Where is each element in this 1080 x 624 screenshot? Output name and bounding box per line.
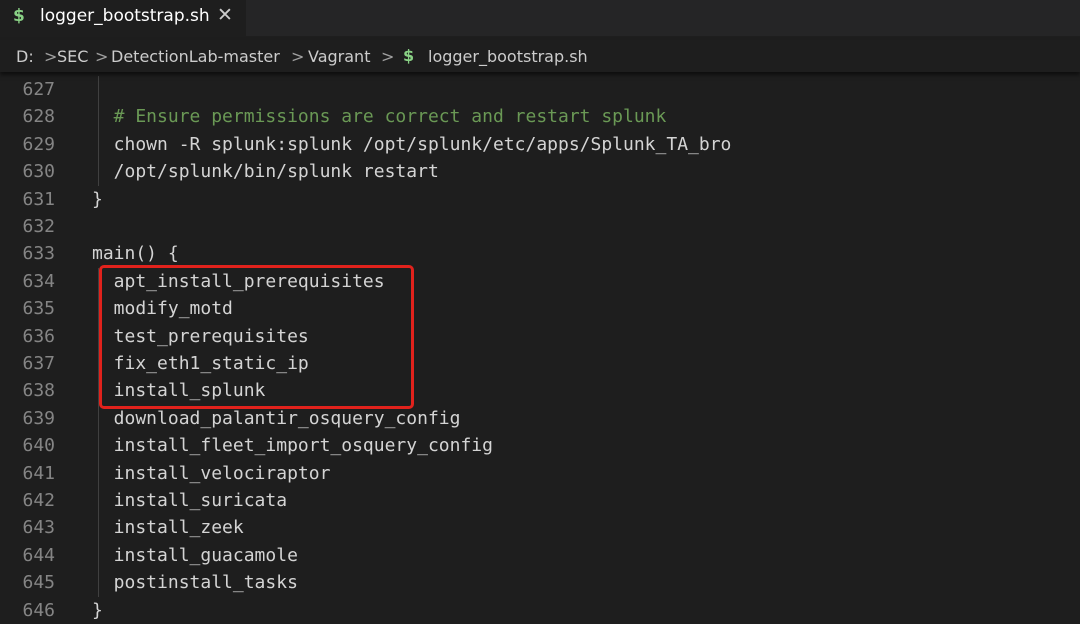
code-line[interactable]: 629 chown -R splunk:splunk /opt/splunk/e… (0, 131, 1080, 158)
line-number: 643 (22, 517, 55, 539)
tab-label: logger_bootstrap.sh (40, 6, 210, 26)
chevron-right-icon: > (95, 47, 109, 66)
code-line[interactable]: 644 install_guacamole (0, 542, 1080, 569)
chevron-right-icon: > (381, 47, 395, 66)
line-number: 632 (22, 216, 55, 237)
line-number: 638 (22, 380, 55, 402)
tab-bar: $ logger_bootstrap.sh ✕ (0, 0, 1080, 36)
indent-guide (98, 76, 99, 186)
code-line[interactable]: 642 install_suricata (0, 487, 1080, 514)
line-number: 629 (22, 133, 55, 155)
code-text: } (92, 188, 103, 210)
annotation-highlight-box (99, 265, 414, 409)
line-number: 631 (22, 188, 55, 210)
code-line[interactable]: 645 postinstall_tasks (0, 569, 1080, 596)
close-icon[interactable]: ✕ (214, 4, 236, 26)
code-line[interactable]: 640 install_fleet_import_osquery_config (0, 432, 1080, 459)
line-number: 642 (22, 490, 55, 511)
code-line[interactable]: 633 main() { (0, 240, 1080, 267)
code-line[interactable]: 632 (0, 213, 1080, 240)
breadcrumb-item-vagrant[interactable]: Vagrant (308, 46, 370, 68)
breadcrumb-item-file[interactable]: logger_bootstrap.sh (428, 46, 588, 68)
code-line[interactable]: 628 # Ensure permissions are correct and… (0, 103, 1080, 130)
shell-script-icon: $ (403, 46, 415, 65)
chevron-right-icon: > (291, 47, 305, 66)
line-number: 627 (22, 79, 55, 100)
code-line[interactable]: 643 install_zeek (0, 514, 1080, 541)
line-number: 644 (22, 544, 55, 566)
code-comment: # Ensure permissions are correct and res… (92, 106, 667, 128)
line-number: 637 (22, 353, 55, 374)
line-number: 634 (22, 270, 55, 292)
code-text: install_suricata (92, 490, 288, 511)
code-text: main() { (92, 243, 179, 265)
line-number: 639 (22, 407, 55, 429)
code-text: /opt/splunk/bin/splunk restart (92, 161, 439, 183)
line-number: 633 (22, 243, 55, 265)
code-text: install_guacamole (92, 544, 298, 566)
code-text: install_zeek (92, 517, 244, 539)
shell-script-icon: $ (13, 6, 25, 26)
code-line[interactable]: 631} (0, 186, 1080, 213)
line-number: 645 (22, 572, 55, 594)
code-text: chown -R splunk:splunk /opt/splunk/etc/a… (92, 133, 732, 155)
line-number: 628 (22, 106, 55, 128)
code-line[interactable]: 630 /opt/splunk/bin/splunk restart (0, 158, 1080, 185)
code-text: install_fleet_import_osquery_config (92, 435, 493, 457)
line-number: 640 (22, 435, 55, 457)
chevron-right-icon: > (44, 47, 58, 66)
line-number: 646 (22, 599, 55, 621)
tab-logger-bootstrap[interactable]: $ logger_bootstrap.sh ✕ (0, 0, 246, 36)
line-number: 635 (22, 298, 55, 320)
code-line[interactable]: 627 (0, 76, 1080, 103)
breadcrumb-item-sec[interactable]: SEC (57, 46, 88, 68)
code-text: install_velociraptor (92, 462, 331, 484)
code-text: postinstall_tasks (92, 572, 298, 594)
breadcrumb: D: > SEC > DetectionLab-master > Vagrant… (0, 40, 1080, 72)
line-number: 636 (22, 325, 55, 347)
line-number: 641 (22, 462, 55, 484)
code-text: } (92, 599, 103, 621)
line-number: 630 (22, 161, 55, 183)
breadcrumb-item-detectionlab[interactable]: DetectionLab-master (111, 46, 280, 68)
code-line[interactable]: 641 install_velociraptor (0, 460, 1080, 487)
breadcrumb-item-drive[interactable]: D: (16, 46, 34, 68)
code-line[interactable]: 646} (0, 597, 1080, 624)
